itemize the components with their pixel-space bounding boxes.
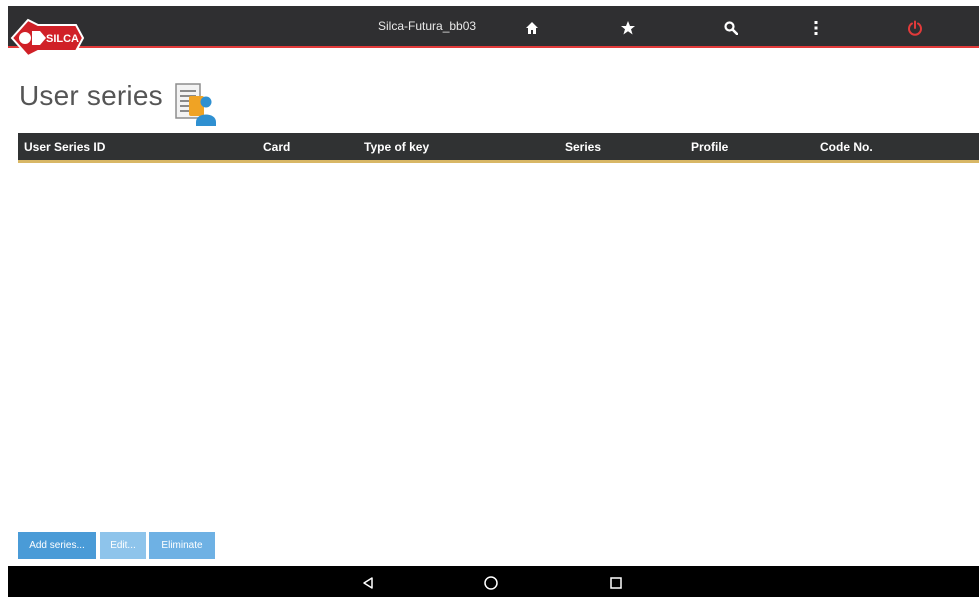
col-type-of-key[interactable]: Type of key [364, 140, 429, 154]
col-series[interactable]: Series [565, 140, 601, 154]
recents-icon[interactable] [607, 574, 625, 592]
app-title: Silca-Futura_bb03 [378, 19, 477, 33]
series-table-header: User Series ID Card Type of key Series P… [18, 133, 979, 163]
back-icon[interactable] [359, 574, 377, 592]
home-icon[interactable] [520, 16, 544, 40]
add-series-button[interactable]: Add series... [18, 532, 96, 559]
home-circle-icon[interactable] [482, 574, 500, 592]
power-icon[interactable] [903, 16, 927, 40]
edit-button[interactable]: Edit... [100, 532, 146, 559]
app-topbar: Silca-Futura_bb03 [8, 6, 979, 48]
page-title: User series [19, 80, 163, 111]
col-card[interactable]: Card [263, 140, 290, 154]
android-navbar [8, 566, 979, 597]
star-icon[interactable] [616, 16, 640, 40]
col-profile[interactable]: Profile [691, 140, 728, 154]
search-icon[interactable] [719, 16, 743, 40]
more-vert-icon[interactable] [804, 16, 828, 40]
col-code-no[interactable]: Code No. [820, 140, 873, 154]
col-user-series-id[interactable]: User Series ID [24, 140, 105, 154]
logo-text: SILCA [46, 33, 79, 45]
bottom-left-margin [0, 566, 8, 597]
eliminate-button[interactable]: Eliminate [149, 532, 215, 559]
silca-logo: SILCA [8, 10, 88, 66]
user-series-icon [170, 80, 222, 130]
